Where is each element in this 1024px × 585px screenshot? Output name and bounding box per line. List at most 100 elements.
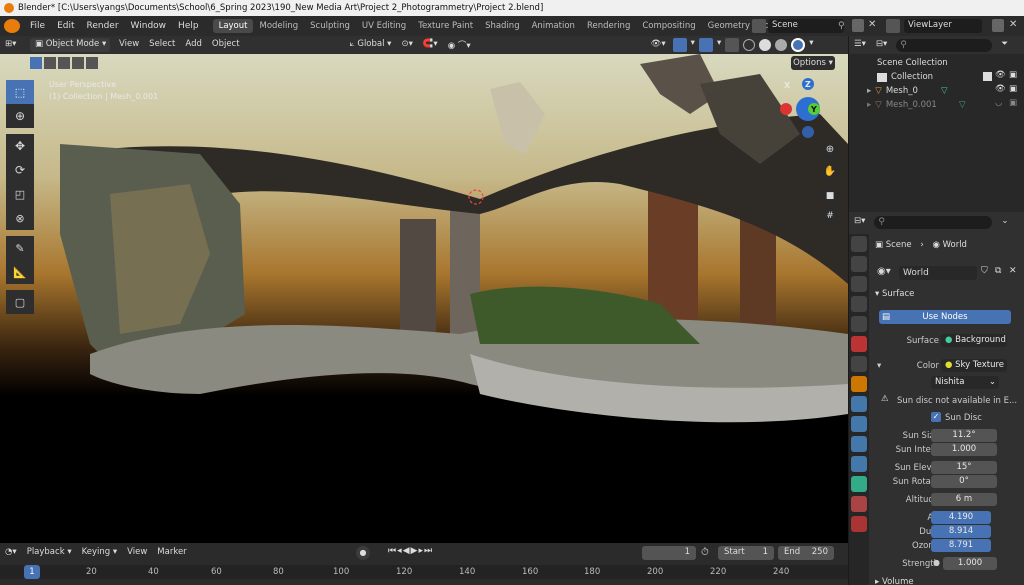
delete-view-layer-icon[interactable]: ✕ [1009, 19, 1017, 30]
menu-keying[interactable]: Keying ▾ [77, 546, 123, 560]
sun-intensity-field[interactable]: 1.000 [931, 443, 997, 456]
menu-file[interactable]: File [24, 21, 51, 31]
menu-playback[interactable]: Playback ▾ [22, 546, 77, 560]
snap-icon[interactable]: 🧲▾ [418, 38, 443, 52]
tab-layout[interactable]: Layout [212, 19, 254, 33]
tab-compositing[interactable]: Compositing [636, 19, 701, 33]
ozone-field[interactable]: 8.791 [931, 539, 991, 552]
select-extend-icon[interactable] [44, 57, 56, 69]
select-invert-icon[interactable] [72, 57, 84, 69]
expand-arrow-icon[interactable]: ▸ [867, 86, 871, 96]
blender-menu-icon[interactable] [4, 19, 20, 33]
move-tool[interactable]: ✥ [6, 134, 34, 158]
select-intersect-icon[interactable] [86, 57, 98, 69]
zoom-icon[interactable]: ⊕ [822, 142, 838, 158]
duplicate-icon[interactable]: ⧉ [995, 266, 1001, 276]
new-view-layer-icon[interactable] [992, 19, 1004, 32]
menu-object[interactable]: Object [207, 38, 245, 52]
world-name-field[interactable]: World [899, 266, 977, 280]
view-layer-field[interactable]: ViewLayer [904, 19, 982, 33]
menu-edit[interactable]: Edit [51, 21, 80, 31]
dust-field[interactable]: 8.914 [931, 525, 991, 538]
output-tab-icon[interactable] [851, 276, 867, 292]
properties-editor-type-icon[interactable]: ⊟▾ [849, 215, 870, 229]
mode-selector[interactable]: ▣ Object Mode ▾ [30, 38, 110, 52]
tab-rendering[interactable]: Rendering [581, 19, 636, 33]
tab-shading[interactable]: Shading [479, 19, 526, 33]
start-frame-field[interactable]: Start 1 [718, 546, 774, 560]
sun-elevation-field[interactable]: 15° [931, 461, 997, 474]
tab-uv-editing[interactable]: UV Editing [356, 19, 412, 33]
pin-icon[interactable]: ⚲ [838, 21, 845, 31]
unlink-icon[interactable]: ✕ [1009, 266, 1017, 276]
use-nodes-button[interactable]: ▤ Use Nodes [879, 310, 1011, 324]
timeline-editor-type-icon[interactable]: ◔▾ [0, 546, 22, 560]
eye-icon[interactable]: 👁 [995, 84, 1006, 94]
strength-field[interactable]: 1.000 [943, 557, 997, 570]
surface-shader-field[interactable]: ● Background [941, 334, 1007, 347]
stopwatch-icon[interactable]: ⏱ [701, 547, 709, 558]
properties-search-input[interactable]: ⚲ [874, 215, 993, 229]
menu-window[interactable]: Window [125, 21, 173, 31]
fake-user-shield-icon[interactable]: ⛉ [981, 266, 988, 276]
menu-help[interactable]: Help [172, 21, 205, 31]
color-expand-icon[interactable]: ▾ [877, 361, 881, 371]
expand-arrow-icon[interactable]: ▸ [867, 100, 871, 110]
solid-shading-icon[interactable] [759, 39, 772, 51]
playhead[interactable]: 1 [24, 565, 40, 579]
material-shading-icon[interactable] [775, 39, 788, 51]
scene-selector-icon[interactable] [752, 19, 766, 33]
camera-icon[interactable]: ■ [822, 188, 838, 204]
world-selector[interactable]: ◉▾ World ⛉ ⧉ ✕ [877, 266, 1017, 280]
sun-rotation-field[interactable]: 0° [931, 475, 997, 488]
measure-tool[interactable]: 📐 [6, 260, 34, 284]
rotate-tool[interactable]: ⟳ [6, 158, 34, 182]
current-frame-field[interactable]: 1 [642, 546, 696, 560]
tab-animation[interactable]: Animation [526, 19, 581, 33]
record-icon[interactable]: ● [356, 546, 370, 560]
view-layer-tab-icon[interactable] [851, 296, 867, 312]
material-tab-icon[interactable] [851, 496, 867, 512]
rendered-shading-icon[interactable] [791, 38, 806, 52]
xray-icon[interactable] [725, 38, 740, 52]
select-new-icon[interactable] [30, 57, 42, 69]
outliner-display-mode-icon[interactable]: ⊟▾ [871, 38, 892, 52]
overlay-dropdown-icon[interactable]: ▾ [715, 38, 723, 52]
outliner-item-collection[interactable]: Collection 👁 ▣ [849, 70, 1024, 84]
menu-marker[interactable]: Marker [152, 546, 191, 560]
world-tab-icon[interactable] [851, 336, 867, 352]
eye-hidden-icon[interactable]: ◡ [995, 98, 1002, 108]
object-tab-icon[interactable] [851, 376, 867, 392]
constraints-tab-icon[interactable] [851, 456, 867, 472]
sun-size-field[interactable]: 11.2° [931, 429, 997, 442]
visibility-icon[interactable]: 👁▾ [646, 38, 671, 52]
collection-tab-icon[interactable] [851, 356, 867, 372]
modifier-tab-icon[interactable] [851, 396, 867, 412]
sky-type-select[interactable]: Nishita ⌄ [931, 376, 999, 389]
view-layer-icon[interactable] [886, 19, 900, 33]
menu-add[interactable]: Add [180, 38, 206, 52]
air-field[interactable]: 4.190 [931, 511, 991, 524]
world-browse-icon[interactable]: ◉▾ [877, 266, 891, 277]
tool-tab-icon[interactable] [851, 236, 867, 252]
menu-render[interactable]: Render [81, 21, 125, 31]
render-tab-icon[interactable] [851, 256, 867, 272]
select-subtract-icon[interactable] [58, 57, 70, 69]
transform-orientation[interactable]: ⟀ Global ▾ [345, 38, 397, 52]
particles-tab-icon[interactable] [851, 416, 867, 432]
transform-tool[interactable]: ⊗ [6, 206, 34, 230]
data-tab-icon[interactable] [851, 476, 867, 492]
camera-render-icon[interactable]: ▣ [1009, 70, 1017, 80]
camera-render-icon[interactable]: ▣ [1009, 98, 1017, 108]
physics-tab-icon[interactable] [851, 436, 867, 452]
playback-controls[interactable]: ⏮◂◀▶▸⏭ [388, 546, 433, 556]
delete-scene-icon[interactable]: ✕ [868, 19, 876, 30]
texture-tab-icon[interactable] [851, 516, 867, 532]
gizmo-dropdown-icon[interactable]: ▾ [689, 38, 697, 52]
outliner-editor-type-icon[interactable]: ☰▾ [849, 38, 871, 52]
tab-sculpting[interactable]: Sculpting [304, 19, 356, 33]
gizmo-toggle-icon[interactable] [672, 38, 687, 52]
color-input-field[interactable]: ● Sky Texture [941, 359, 1007, 372]
camera-render-icon[interactable]: ▣ [1009, 84, 1017, 94]
filter-icon[interactable]: ⏷ [996, 38, 1013, 52]
